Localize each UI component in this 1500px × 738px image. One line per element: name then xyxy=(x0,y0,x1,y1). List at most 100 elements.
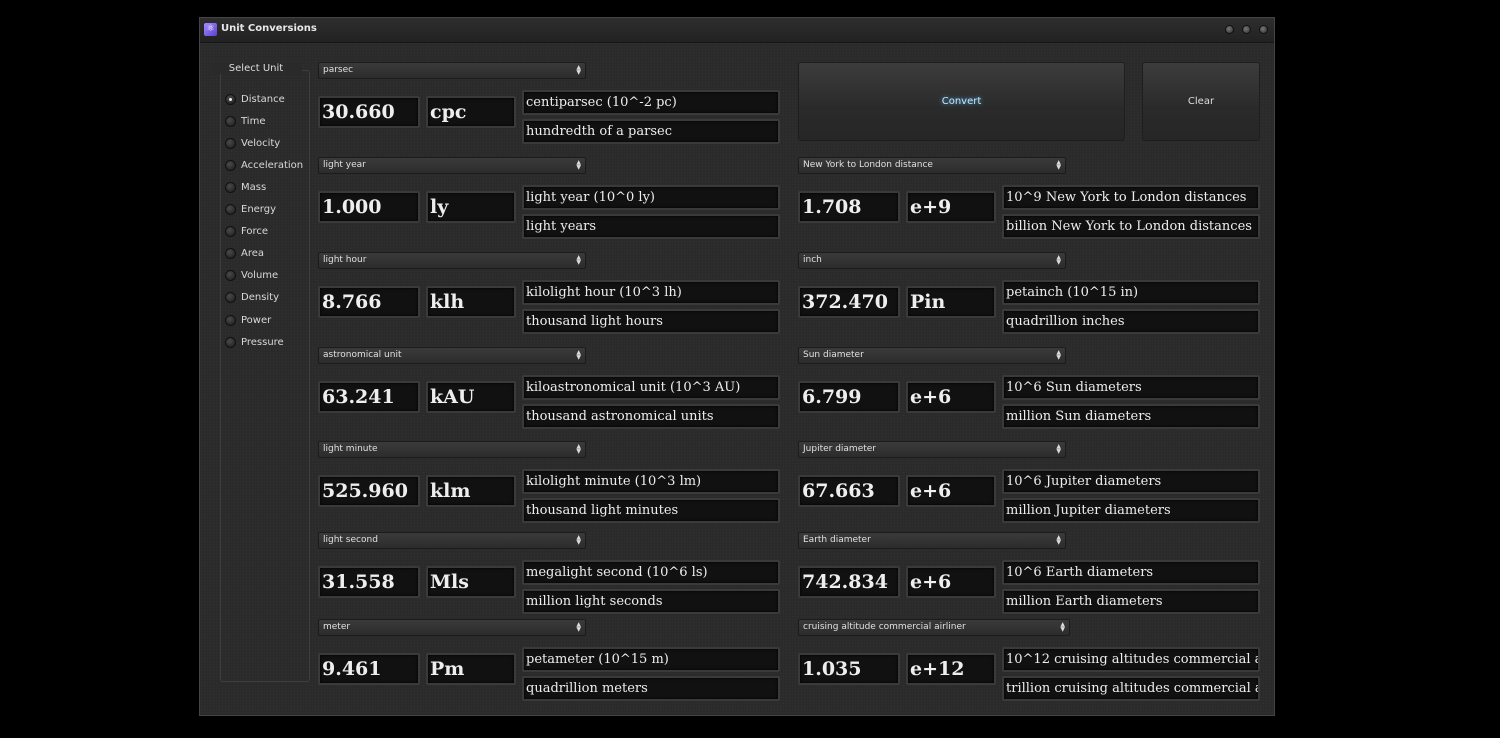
unit-select[interactable]: light second ▲ ▼ xyxy=(318,532,586,549)
app-window: ⚛ Unit Conversions Select Unit Distance T… xyxy=(199,17,1275,716)
unit-option-time[interactable]: Time xyxy=(225,114,265,128)
value-field[interactable]: 8.766 xyxy=(318,286,420,318)
value-field[interactable]: 6.799 xyxy=(798,381,900,413)
unit-description-field: million light seconds xyxy=(522,589,780,614)
unit-name-field: kilolight minute (10^3 lm) xyxy=(522,469,780,494)
unit-select[interactable]: astronomical unit ▲ ▼ xyxy=(318,347,586,364)
value-field[interactable]: 63.241 xyxy=(318,381,420,413)
radio-button[interactable] xyxy=(225,181,236,193)
unit-option-pressure[interactable]: Pressure xyxy=(225,335,284,349)
unit-option-acceleration[interactable]: Acceleration xyxy=(225,158,303,172)
unit-option-label: Volume xyxy=(241,270,279,282)
unit-option-label: Velocity xyxy=(241,137,281,149)
unit-option-force[interactable]: Force xyxy=(225,225,268,239)
radio-button[interactable] xyxy=(225,314,236,326)
unit-option-label: Power xyxy=(241,314,272,326)
value-field[interactable]: 1.708 xyxy=(798,191,900,223)
unit-description-field: thousand astronomical units xyxy=(522,404,780,429)
unit-select-value: light minute xyxy=(323,444,378,454)
unit-abbr-field: cpc xyxy=(426,96,516,128)
unit-select[interactable]: New York to London distance ▲ ▼ xyxy=(798,157,1066,174)
radio-button[interactable] xyxy=(225,226,236,238)
close-button[interactable] xyxy=(1259,25,1268,34)
unit-option-label: Distance xyxy=(241,93,285,105)
value-field[interactable]: 67.663 xyxy=(798,475,900,507)
unit-select[interactable]: parsec ▲ ▼ xyxy=(318,62,586,79)
minimize-button[interactable] xyxy=(1225,25,1234,34)
value-field[interactable]: 742.834 xyxy=(798,566,900,598)
unit-description-field: million Sun diameters xyxy=(1002,404,1260,429)
maximize-button[interactable] xyxy=(1242,25,1251,34)
unit-select[interactable]: Earth diameter ▲ ▼ xyxy=(798,532,1066,549)
unit-select-value: light year xyxy=(323,160,366,170)
unit-abbr-field: klm xyxy=(426,475,516,507)
unit-name-field: kilolight hour (10^3 lh) xyxy=(522,280,780,305)
unit-description-field: light years xyxy=(522,214,780,239)
value-field[interactable]: 525.960 xyxy=(318,475,420,507)
radio-button[interactable] xyxy=(225,115,236,127)
unit-description-field: quadrillion meters xyxy=(522,676,780,701)
clear-button[interactable]: Clear xyxy=(1142,62,1260,141)
unit-select-value: cruising altitude commercial airliner xyxy=(803,622,966,632)
radio-button[interactable] xyxy=(225,137,236,149)
unit-select-value: light second xyxy=(323,535,378,545)
unit-abbr-field: e+12 xyxy=(906,653,996,685)
unit-description-field: quadrillion inches xyxy=(1002,309,1260,334)
unit-select-value: inch xyxy=(803,255,822,265)
unit-option-volume[interactable]: Volume xyxy=(225,269,278,283)
title-bar[interactable]: ⚛ Unit Conversions xyxy=(200,18,1274,43)
unit-option-velocity[interactable]: Velocity xyxy=(225,136,280,150)
unit-select[interactable]: light minute ▲ ▼ xyxy=(318,441,586,458)
unit-option-distance[interactable]: Distance xyxy=(225,92,285,106)
unit-name-field: 10^6 Earth diameters xyxy=(1002,560,1260,585)
unit-select[interactable]: cruising altitude commercial airliner ▲ ▼ xyxy=(798,619,1070,636)
unit-name-field: centiparsec (10^-2 pc) xyxy=(522,90,780,115)
unit-select-value: Sun diameter xyxy=(803,350,864,360)
unit-select[interactable]: Jupiter diameter ▲ ▼ xyxy=(798,441,1066,458)
value-field[interactable]: 1.035 xyxy=(798,653,900,685)
select-arrows-icon: ▲ ▼ xyxy=(1056,254,1061,266)
unit-select[interactable]: meter ▲ ▼ xyxy=(318,619,586,636)
unit-option-mass[interactable]: Mass xyxy=(225,180,266,194)
unit-description-field: hundredth of a parsec xyxy=(522,119,780,144)
unit-abbr-field: Pin xyxy=(906,286,996,318)
unit-select-value: Jupiter diameter xyxy=(803,444,876,454)
value-field[interactable]: 9.461 xyxy=(318,653,420,685)
select-arrows-icon: ▲ ▼ xyxy=(576,64,581,76)
unit-option-label: Mass xyxy=(241,181,267,193)
unit-option-power[interactable]: Power xyxy=(225,313,271,327)
select-arrows-icon: ▲ ▼ xyxy=(1056,443,1061,455)
radio-button[interactable] xyxy=(225,204,236,215)
value-field[interactable]: 30.660 xyxy=(318,96,420,128)
radio-button[interactable] xyxy=(225,159,236,171)
unit-option-area[interactable]: Area xyxy=(225,247,264,261)
unit-select[interactable]: inch ▲ ▼ xyxy=(798,252,1066,269)
unit-select[interactable]: light hour ▲ ▼ xyxy=(318,252,586,269)
value-field[interactable]: 372.470 xyxy=(798,286,900,318)
radio-button[interactable] xyxy=(225,248,236,260)
convert-button[interactable]: Convert xyxy=(798,62,1125,141)
unit-option-label: Acceleration xyxy=(241,159,304,171)
unit-abbr-field: e+9 xyxy=(906,191,996,223)
radio-button[interactable] xyxy=(225,93,236,105)
select-arrows-icon: ▲ ▼ xyxy=(576,443,581,455)
unit-select[interactable]: light year ▲ ▼ xyxy=(318,157,586,174)
radio-button[interactable] xyxy=(225,292,236,304)
unit-option-label: Area xyxy=(241,248,265,260)
value-field[interactable]: 1.000 xyxy=(318,191,420,223)
unit-abbr-field: Pm xyxy=(426,653,516,685)
radio-button[interactable] xyxy=(225,270,236,282)
unit-name-field: 10^6 Sun diameters xyxy=(1002,375,1260,400)
select-arrows-icon: ▲ ▼ xyxy=(576,159,581,171)
unit-select-value: astronomical unit xyxy=(323,350,402,360)
unit-abbr-field: ly xyxy=(426,191,516,223)
unit-option-energy[interactable]: Energy xyxy=(225,203,276,217)
unit-option-label: Time xyxy=(241,115,266,127)
value-field[interactable]: 31.558 xyxy=(318,566,420,598)
window-title: Unit Conversions xyxy=(221,23,317,34)
radio-button[interactable] xyxy=(225,336,236,348)
unit-abbr-field: kAU xyxy=(426,381,516,413)
unit-select[interactable]: Sun diameter ▲ ▼ xyxy=(798,347,1066,364)
unit-option-density[interactable]: Density xyxy=(225,291,279,305)
unit-abbr-field: e+6 xyxy=(906,566,996,598)
